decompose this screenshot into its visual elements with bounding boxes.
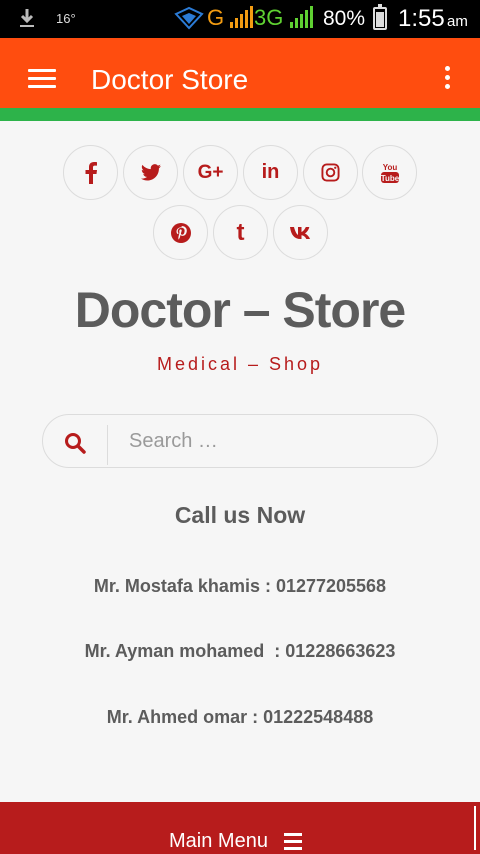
contact-line[interactable]: Mr. Mostafa khamis : 01277205568 (0, 576, 480, 597)
site-title: Doctor – Store (74, 282, 407, 338)
site-tagline: Medical – Shop (156, 354, 324, 374)
vk-icon[interactable] (273, 205, 328, 260)
temperature-label: 16° (56, 11, 76, 26)
more-vert-icon[interactable] (440, 66, 454, 94)
hamburger-icon[interactable] (284, 833, 302, 854)
google-plus-icon[interactable]: G+ (183, 145, 238, 200)
main-menu-bar[interactable]: Main Menu (0, 802, 480, 854)
download-icon (20, 9, 34, 27)
network-g-label: G (207, 5, 225, 30)
search-input[interactable] (129, 425, 419, 457)
contact-line[interactable]: Mr. Ahmed omar : 01222548488 (0, 707, 480, 728)
wifi-icon (174, 6, 204, 30)
linkedin-icon[interactable]: in (243, 145, 298, 200)
pinterest-icon[interactable] (153, 205, 208, 260)
status-bar: 16° G 3G 80% 1:55 am (0, 0, 480, 38)
accent-strip (0, 108, 480, 121)
battery-percent: 80% (323, 7, 366, 30)
facebook-icon[interactable] (63, 145, 118, 200)
search-divider (107, 425, 108, 465)
clock-time: 1:55 (398, 5, 445, 32)
signal-icon (290, 6, 313, 28)
network-3g-label: 3G (254, 5, 284, 30)
svg-text:You: You (382, 163, 397, 172)
twitter-icon[interactable] (123, 145, 178, 200)
app-title: Doctor Store (91, 64, 249, 95)
hamburger-icon[interactable] (28, 69, 56, 89)
linkedin-glyph: in (261, 161, 280, 183)
svg-text:Tube: Tube (380, 174, 399, 183)
contact-line[interactable]: Mr. Ayman mohamed : 01228663623 (0, 641, 480, 662)
call-us-title: Call us Now (174, 502, 306, 528)
google-plus-glyph: G+ (197, 161, 224, 183)
main-menu-label[interactable]: Main Menu (169, 830, 268, 853)
search-icon[interactable] (64, 432, 86, 454)
clock-ampm: am (447, 13, 468, 30)
signal-icon (230, 6, 253, 28)
battery-icon (373, 4, 387, 30)
search-box (42, 414, 438, 468)
tumblr-glyph: t (236, 218, 245, 246)
youtube-icon[interactable]: You Tube (362, 145, 417, 200)
instagram-icon[interactable] (303, 145, 358, 200)
app-bar: Doctor Store (0, 38, 480, 108)
divider (474, 806, 476, 850)
tumblr-icon[interactable]: t (213, 205, 268, 260)
